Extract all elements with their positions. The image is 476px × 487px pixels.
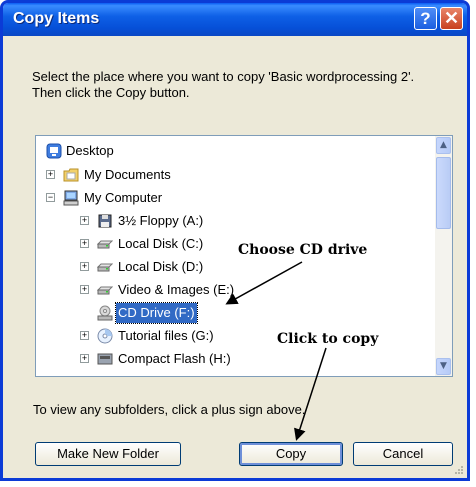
tree-item-my-documents[interactable]: + My Documents [42, 165, 422, 185]
window-title: Copy Items [13, 10, 100, 27]
tree-item-label: Compact Flash (H:) [118, 351, 231, 366]
tree-item-cd-drive-f[interactable]: CD Drive (F:) [76, 302, 416, 324]
expand-button[interactable]: + [80, 285, 89, 294]
cancel-button[interactable]: Cancel [353, 442, 453, 466]
tree-item-compact-flash-h[interactable]: + Compact Flash (H:) [76, 349, 416, 369]
copy-items-dialog: Copy Items ? ✕ Select the place where yo… [0, 0, 470, 481]
removable-drive-icon [97, 353, 113, 365]
collapse-button[interactable]: − [46, 193, 55, 202]
tree-item-video-images-e[interactable]: + Video & Images (E:) [76, 280, 416, 300]
tree-item-my-computer[interactable]: − My Computer [42, 188, 422, 208]
expand-button[interactable]: + [80, 262, 89, 271]
tree-item-label: Video & Images (E:) [118, 282, 235, 297]
annotation-click-to-copy: Click to copy [277, 331, 379, 347]
expand-button[interactable]: + [80, 216, 89, 225]
tree-item-label: 3½ Floppy (A:) [118, 213, 204, 228]
hard-disk-icon [97, 240, 113, 249]
tree-item-label: Tutorial files (G:) [118, 328, 214, 343]
floppy-drive-icon [98, 214, 112, 228]
expand-button[interactable]: + [46, 170, 55, 179]
expand-button[interactable]: + [80, 239, 89, 248]
hard-disk-icon [97, 286, 113, 295]
tree-item-label-selected: CD Drive (F:) [115, 302, 198, 324]
copy-button[interactable]: Copy [239, 442, 343, 466]
help-button[interactable]: ? [414, 7, 437, 30]
tree-item-floppy[interactable]: + 3½ Floppy (A:) [76, 211, 416, 231]
tree-item-label: Local Disk (D:) [118, 259, 204, 274]
cd-drive-icon [97, 305, 113, 321]
tree-scrollbar[interactable]: ▲ ▼ [435, 136, 452, 376]
scroll-down-button[interactable]: ▼ [436, 358, 451, 375]
title-bar[interactable]: Copy Items ? ✕ [3, 3, 467, 36]
resize-grip-icon[interactable] [454, 465, 464, 475]
subfolder-hint: To view any subfolders, click a plus sig… [33, 402, 306, 417]
scroll-up-button[interactable]: ▲ [436, 137, 451, 154]
tree-item-local-disk-d[interactable]: + Local Disk (D:) [76, 257, 416, 277]
make-new-folder-button[interactable]: Make New Folder [35, 442, 181, 466]
annotation-choose-cd-drive: Choose CD drive [238, 242, 368, 258]
instruction-text: Select the place where you want to copy … [32, 69, 415, 100]
tree-item-label: Local Disk (C:) [118, 236, 204, 251]
hard-disk-icon [97, 263, 113, 272]
dvd-icon [97, 328, 113, 344]
expand-button[interactable]: + [80, 331, 89, 340]
tree-item-label: My Computer [84, 190, 163, 205]
tree-item-label: Desktop [66, 143, 114, 158]
tree-item-label: My Documents [84, 167, 171, 182]
computer-icon [63, 190, 79, 206]
folder-icon [63, 168, 79, 182]
tree-item-desktop[interactable]: Desktop [42, 141, 422, 161]
desktop-icon [46, 143, 62, 159]
scroll-thumb[interactable] [436, 157, 451, 229]
close-button[interactable]: ✕ [440, 7, 463, 30]
expand-button[interactable]: + [80, 354, 89, 363]
